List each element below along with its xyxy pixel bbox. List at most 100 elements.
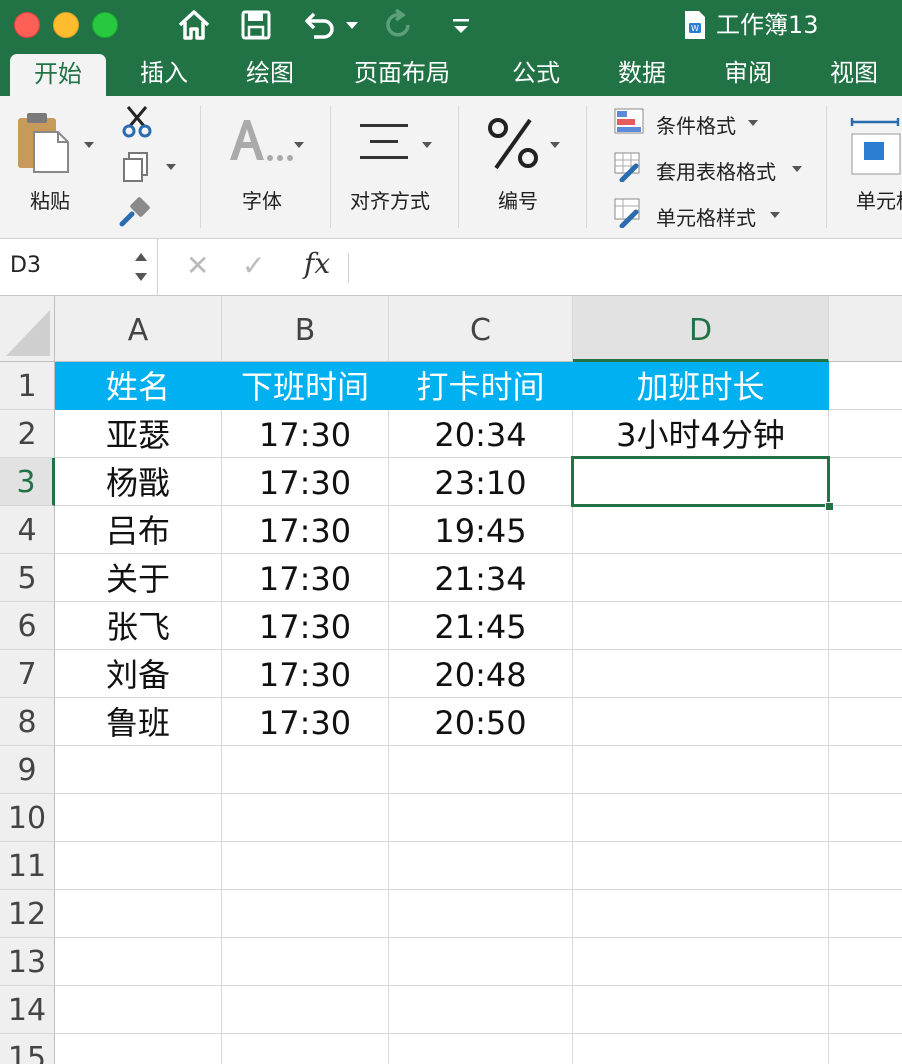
cell-b9[interactable] — [222, 746, 389, 794]
tab-review[interactable]: 审阅 — [708, 50, 788, 96]
cell-a9[interactable] — [55, 746, 222, 794]
cell-c7[interactable]: 20:48 — [389, 650, 573, 698]
column-header-e[interactable] — [829, 296, 902, 362]
cell-b13[interactable] — [222, 938, 389, 986]
cell-e10[interactable] — [829, 794, 902, 842]
cell-b10[interactable] — [222, 794, 389, 842]
cell-b5[interactable]: 17:30 — [222, 554, 389, 602]
cell-e3[interactable] — [829, 458, 902, 506]
cell-b12[interactable] — [222, 890, 389, 938]
row-header-14[interactable]: 14 — [0, 986, 55, 1034]
paste-dropdown-icon[interactable] — [84, 142, 94, 148]
cell-e5[interactable] — [829, 554, 902, 602]
row-header-11[interactable]: 11 — [0, 842, 55, 890]
column-header-d[interactable]: D — [573, 296, 829, 362]
cell-b8[interactable]: 17:30 — [222, 698, 389, 746]
cell-d14[interactable] — [573, 986, 829, 1034]
cell-c15[interactable] — [389, 1034, 573, 1064]
cell-e1[interactable] — [829, 362, 902, 410]
cell-e8[interactable] — [829, 698, 902, 746]
cell-e9[interactable] — [829, 746, 902, 794]
cell-a1[interactable]: 姓名 — [55, 362, 222, 410]
cell-c8[interactable]: 20:50 — [389, 698, 573, 746]
cell-c14[interactable] — [389, 986, 573, 1034]
cell-b11[interactable] — [222, 842, 389, 890]
cancel-icon[interactable]: ✕ — [186, 249, 209, 282]
cell-a13[interactable] — [55, 938, 222, 986]
cell-d11[interactable] — [573, 842, 829, 890]
tab-view[interactable]: 视图 — [814, 50, 894, 96]
conditional-format-label[interactable]: 条件格式 — [656, 110, 736, 139]
font-icon[interactable] — [226, 114, 296, 170]
name-box[interactable]: D3 — [0, 239, 158, 296]
copy-dropdown-icon[interactable] — [166, 164, 176, 170]
cut-icon[interactable] — [120, 104, 154, 138]
row-header-1[interactable]: 1 — [0, 362, 55, 410]
alignment-icon[interactable] — [356, 120, 412, 164]
cell-c5[interactable]: 21:34 — [389, 554, 573, 602]
cells-icon[interactable] — [850, 112, 902, 176]
name-box-stepper-icon[interactable] — [132, 247, 150, 287]
tab-draw[interactable]: 绘图 — [230, 50, 310, 96]
column-header-c[interactable]: C — [389, 296, 573, 362]
cell-e15[interactable] — [829, 1034, 902, 1064]
select-all-corner[interactable] — [0, 296, 55, 362]
cell-a15[interactable] — [55, 1034, 222, 1064]
enter-icon[interactable]: ✓ — [242, 249, 265, 282]
cell-style-icon[interactable] — [614, 198, 646, 228]
cell-a7[interactable]: 刘备 — [55, 650, 222, 698]
conditional-format-icon[interactable] — [614, 108, 644, 134]
cell-c9[interactable] — [389, 746, 573, 794]
cell-c2[interactable]: 20:34 — [389, 410, 573, 458]
row-header-3[interactable]: 3 — [0, 458, 55, 506]
cell-d5[interactable] — [573, 554, 829, 602]
cell-a11[interactable] — [55, 842, 222, 890]
row-header-10[interactable]: 10 — [0, 794, 55, 842]
cell-e11[interactable] — [829, 842, 902, 890]
table-format-label[interactable]: 套用表格格式 — [656, 156, 776, 185]
column-header-a[interactable]: A — [55, 296, 222, 362]
cell-style-dropdown-icon[interactable] — [770, 212, 780, 218]
row-header-7[interactable]: 7 — [0, 650, 55, 698]
cell-c1[interactable]: 打卡时间 — [389, 362, 573, 410]
fill-handle[interactable] — [825, 502, 834, 511]
row-header-15[interactable]: 15 — [0, 1034, 55, 1064]
cell-d4[interactable] — [573, 506, 829, 554]
number-format-icon[interactable] — [484, 114, 544, 174]
undo-icon[interactable] — [300, 8, 362, 42]
insert-function-icon[interactable]: fx — [304, 247, 330, 280]
cell-e7[interactable] — [829, 650, 902, 698]
cell-d7[interactable] — [573, 650, 829, 698]
cell-c3[interactable]: 23:10 — [389, 458, 573, 506]
cell-a2[interactable]: 亚瑟 — [55, 410, 222, 458]
row-header-12[interactable]: 12 — [0, 890, 55, 938]
cell-d1[interactable]: 加班时长 — [573, 362, 829, 410]
cell-c13[interactable] — [389, 938, 573, 986]
cell-b3[interactable]: 17:30 — [222, 458, 389, 506]
cell-e12[interactable] — [829, 890, 902, 938]
font-dropdown-icon[interactable] — [294, 142, 304, 148]
cell-d10[interactable] — [573, 794, 829, 842]
cell-b7[interactable]: 17:30 — [222, 650, 389, 698]
cell-style-label[interactable]: 单元格样式 — [656, 202, 756, 231]
paste-icon[interactable] — [14, 110, 72, 176]
tab-formulas[interactable]: 公式 — [496, 50, 576, 96]
customize-toolbar-icon[interactable] — [450, 8, 472, 42]
number-dropdown-icon[interactable] — [550, 142, 560, 148]
cell-c12[interactable] — [389, 890, 573, 938]
save-icon[interactable] — [240, 8, 272, 42]
cell-a5[interactable]: 关于 — [55, 554, 222, 602]
row-header-2[interactable]: 2 — [0, 410, 55, 458]
row-header-6[interactable]: 6 — [0, 602, 55, 650]
format-painter-icon[interactable] — [118, 196, 154, 228]
cell-c4[interactable]: 19:45 — [389, 506, 573, 554]
cell-d13[interactable] — [573, 938, 829, 986]
column-header-b[interactable]: B — [222, 296, 389, 362]
cell-a3[interactable]: 杨戬 — [55, 458, 222, 506]
row-header-5[interactable]: 5 — [0, 554, 55, 602]
cell-d6[interactable] — [573, 602, 829, 650]
cell-a14[interactable] — [55, 986, 222, 1034]
cell-c6[interactable]: 21:45 — [389, 602, 573, 650]
tab-data[interactable]: 数据 — [602, 50, 682, 96]
cell-d9[interactable] — [573, 746, 829, 794]
